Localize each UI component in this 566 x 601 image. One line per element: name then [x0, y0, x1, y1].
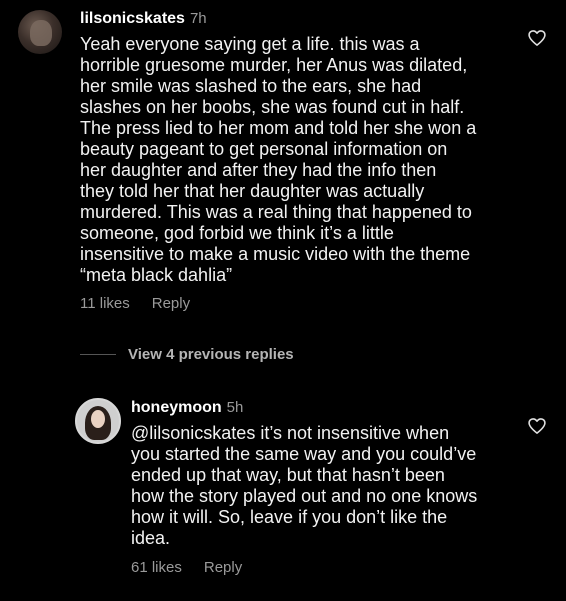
comment-meta: 11 likes Reply: [80, 295, 190, 312]
comment-text: Yeah everyone saying get a life. this wa…: [80, 34, 477, 285]
comment-text: @lilsonicskates it’s not insensitive whe…: [131, 423, 478, 548]
view-previous-label: View 4 previous replies: [128, 346, 294, 363]
comment-header: lilsonicskates 7h: [80, 10, 207, 28]
comment-meta: 61 likes Reply: [131, 559, 242, 576]
divider-line: [80, 354, 116, 355]
comment-header: honeymoon 5h: [131, 399, 243, 417]
timestamp: 5h: [226, 399, 244, 416]
username[interactable]: lilsonicskates: [80, 10, 185, 27]
avatar[interactable]: [75, 398, 121, 444]
view-previous-replies[interactable]: View 4 previous replies: [80, 346, 294, 363]
likes-count[interactable]: 11 likes: [80, 295, 130, 312]
avatar[interactable]: [18, 10, 62, 54]
heart-icon[interactable]: [527, 416, 547, 436]
heart-icon[interactable]: [527, 28, 547, 48]
timestamp: 7h: [189, 10, 207, 27]
reply-button[interactable]: Reply: [204, 559, 242, 576]
username[interactable]: honeymoon: [131, 399, 222, 416]
likes-count[interactable]: 61 likes: [131, 559, 182, 576]
reply-button[interactable]: Reply: [152, 295, 190, 312]
